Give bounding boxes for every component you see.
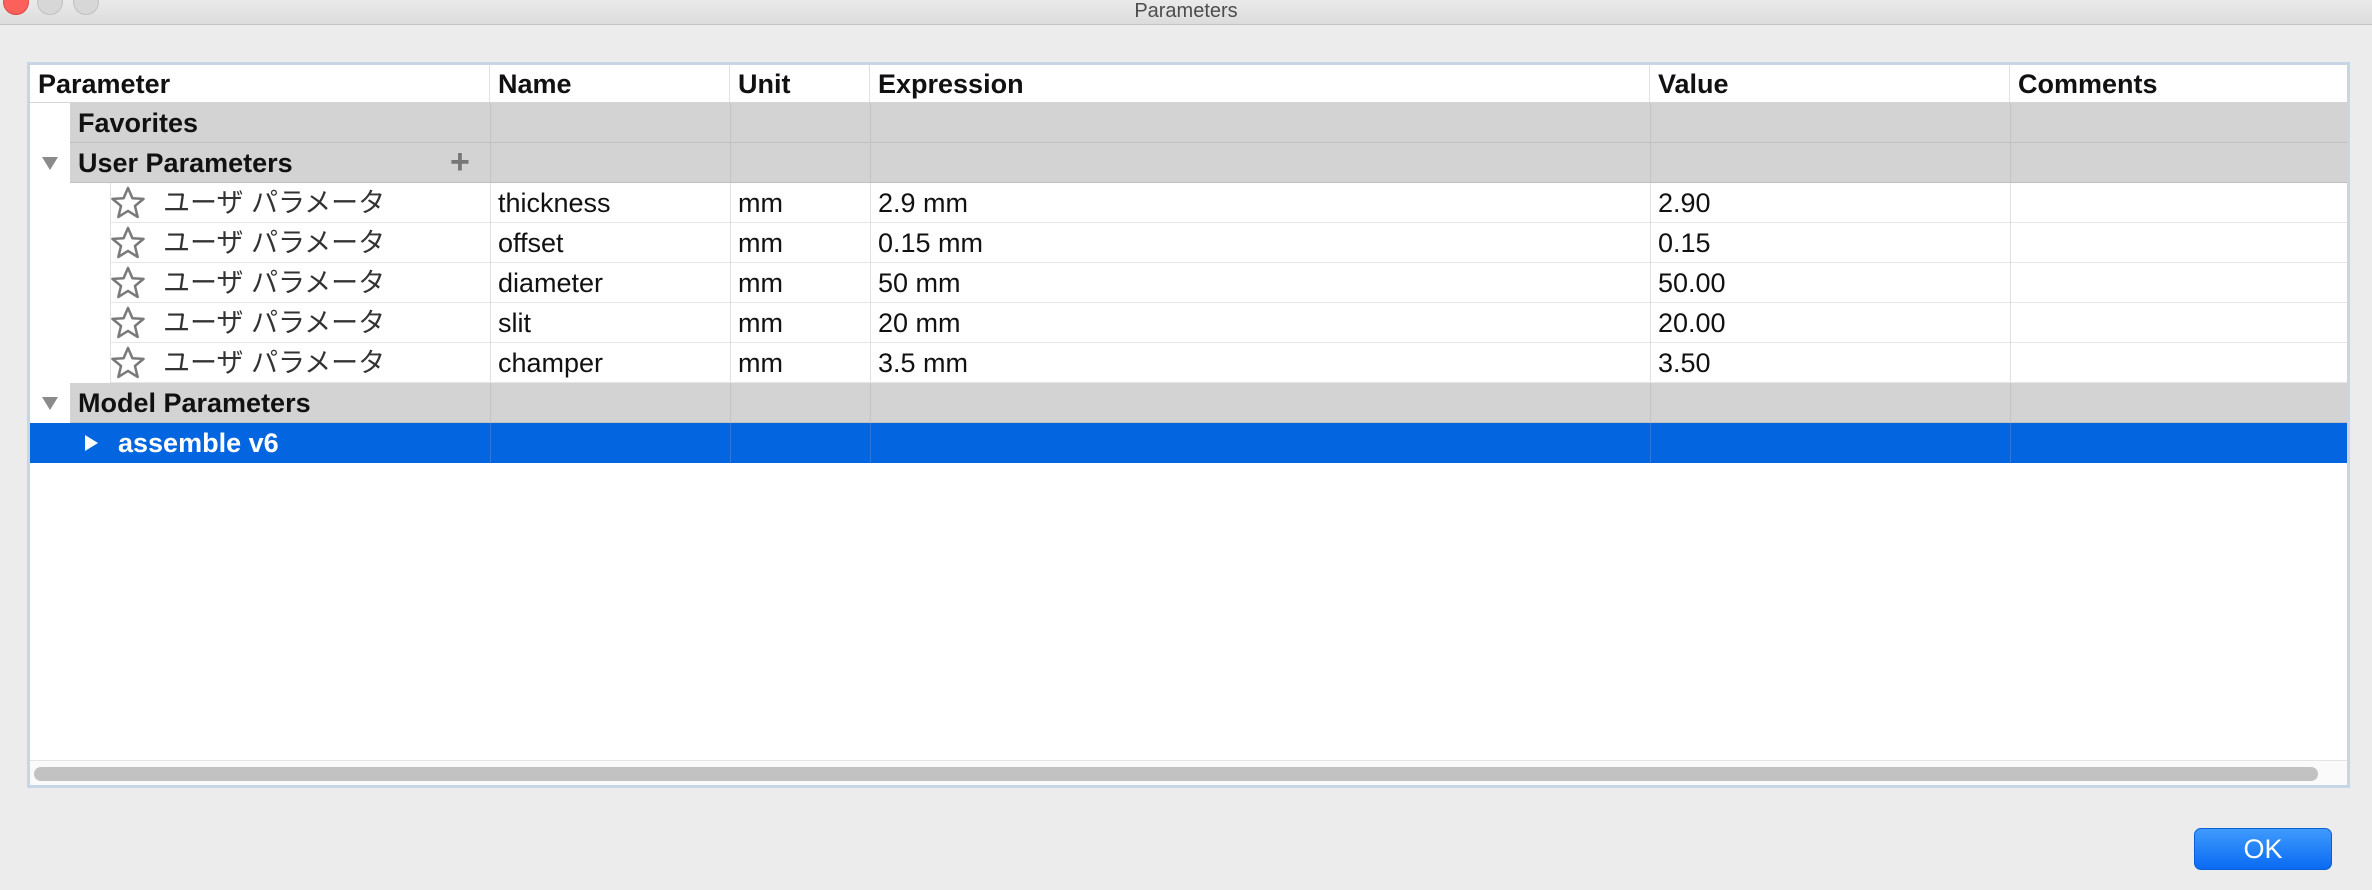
parameter-expression[interactable]: 0.15 mm <box>870 223 1650 263</box>
parameter-unit[interactable]: mm <box>730 343 870 383</box>
column-divider <box>2010 103 2011 143</box>
parameter-comment[interactable] <box>2010 303 2347 343</box>
parameter-type: ユーザ パラメータ <box>163 268 386 298</box>
parameter-unit[interactable]: mm <box>730 183 870 223</box>
parameter-name[interactable]: offset <box>490 223 730 263</box>
group-row-model-parameters[interactable]: Model Parameters <box>30 383 2347 423</box>
column-divider <box>2010 383 2011 423</box>
model-row-selected[interactable]: assemble v6 <box>30 423 2347 463</box>
column-header-comments[interactable]: Comments <box>2010 65 2347 102</box>
column-divider <box>730 103 731 143</box>
table-row[interactable]: ユーザ パラメータ offset mm 0.15 mm 0.15 <box>30 223 2347 263</box>
favorite-star-icon[interactable] <box>109 184 147 222</box>
parameter-expression[interactable]: 3.5 mm <box>870 343 1650 383</box>
parameter-value: 0.15 <box>1658 228 1711 258</box>
column-divider <box>870 143 871 183</box>
column-divider <box>490 143 491 183</box>
table-row[interactable]: ユーザ パラメータ thickness mm 2.9 mm 2.90 <box>30 183 2347 223</box>
column-divider <box>490 383 491 423</box>
parameters-table: Parameter Name Unit Expression Value Com… <box>27 62 2350 788</box>
parameter-name[interactable]: champer <box>490 343 730 383</box>
table-row[interactable]: ユーザ パラメータ slit mm 20 mm 20.00 <box>30 303 2347 343</box>
group-label-model-parameters: Model Parameters <box>78 388 311 418</box>
column-header-name[interactable]: Name <box>490 65 730 102</box>
parameter-expression[interactable]: 50 mm <box>870 263 1650 303</box>
parameter-unit[interactable]: mm <box>730 223 870 263</box>
favorite-star-icon[interactable] <box>109 304 147 342</box>
group-label-favorites: Favorites <box>78 108 199 138</box>
column-divider <box>2010 423 2011 463</box>
collapse-triangle-icon[interactable] <box>42 157 58 170</box>
group-row-user-parameters[interactable]: User Parameters + <box>30 143 2347 183</box>
column-divider <box>870 103 871 143</box>
parameter-type: ユーザ パラメータ <box>163 348 386 378</box>
row-gutter <box>30 103 70 143</box>
scrollbar-thumb[interactable] <box>34 767 2318 781</box>
row-gutter <box>30 343 111 383</box>
window-title-bar: Parameters <box>0 0 2372 25</box>
column-divider <box>730 143 731 183</box>
favorite-star-icon[interactable] <box>109 224 147 262</box>
column-header-parameter[interactable]: Parameter <box>30 65 490 102</box>
parameter-value: 50.00 <box>1658 268 1726 298</box>
column-divider <box>2010 143 2011 183</box>
model-label: assemble v6 <box>118 428 279 458</box>
collapse-triangle-icon[interactable] <box>42 397 58 410</box>
parameter-value: 20.00 <box>1658 308 1726 338</box>
parameter-comment[interactable] <box>2010 343 2347 383</box>
column-divider <box>1650 143 1651 183</box>
parameter-unit[interactable]: mm <box>730 263 870 303</box>
parameter-name[interactable]: diameter <box>490 263 730 303</box>
parameter-expression[interactable]: 2.9 mm <box>870 183 1650 223</box>
group-label-user-parameters: User Parameters <box>78 148 293 178</box>
column-divider <box>730 423 731 463</box>
column-divider <box>490 103 491 143</box>
expand-triangle-icon[interactable] <box>85 435 98 451</box>
row-gutter <box>30 263 111 303</box>
parameter-type: ユーザ パラメータ <box>163 188 386 218</box>
parameter-value: 3.50 <box>1658 348 1711 378</box>
parameter-comment[interactable] <box>2010 263 2347 303</box>
parameter-type: ユーザ パラメータ <box>163 308 386 338</box>
parameter-type: ユーザ パラメータ <box>163 228 386 258</box>
column-divider <box>870 423 871 463</box>
table-header: Parameter Name Unit Expression Value Com… <box>30 65 2347 104</box>
parameter-unit[interactable]: mm <box>730 303 870 343</box>
parameter-value: 2.90 <box>1658 188 1711 218</box>
column-divider <box>870 383 871 423</box>
parameter-name[interactable]: slit <box>490 303 730 343</box>
group-row-favorites[interactable]: Favorites <box>30 103 2347 143</box>
parameter-comment[interactable] <box>2010 183 2347 223</box>
column-header-value[interactable]: Value <box>1650 65 2010 102</box>
row-gutter <box>30 183 111 223</box>
table-row[interactable]: ユーザ パラメータ diameter mm 50 mm 50.00 <box>30 263 2347 303</box>
favorite-star-icon[interactable] <box>109 264 147 302</box>
table-row[interactable]: ユーザ パラメータ champer mm 3.5 mm 3.50 <box>30 343 2347 383</box>
column-divider <box>1650 103 1651 143</box>
parameter-name[interactable]: thickness <box>490 183 730 223</box>
row-gutter <box>30 303 111 343</box>
column-divider <box>1650 423 1651 463</box>
column-divider <box>490 423 491 463</box>
row-gutter <box>30 223 111 263</box>
parameter-comment[interactable] <box>2010 223 2347 263</box>
ok-button[interactable]: OK <box>2194 828 2332 870</box>
column-divider <box>1650 383 1651 423</box>
column-header-unit[interactable]: Unit <box>730 65 870 102</box>
add-parameter-icon[interactable]: + <box>450 145 470 179</box>
favorite-star-icon[interactable] <box>109 344 147 382</box>
column-divider <box>730 383 731 423</box>
column-header-expression[interactable]: Expression <box>870 65 1650 102</box>
parameter-expression[interactable]: 20 mm <box>870 303 1650 343</box>
window-title: Parameters <box>1134 0 1238 22</box>
horizontal-scrollbar[interactable] <box>30 760 2347 785</box>
